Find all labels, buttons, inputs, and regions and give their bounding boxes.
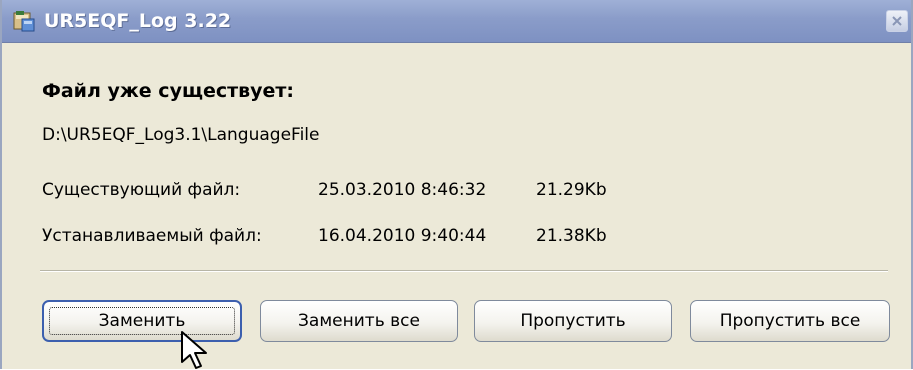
file-path: D:\UR5EQF_Log3.1\LanguageFile xyxy=(42,125,320,145)
separator xyxy=(40,270,888,272)
skip-all-button[interactable]: Пропустить все xyxy=(690,300,890,342)
installing-file-size: 21.38Kb xyxy=(536,226,607,246)
existing-file-size: 21.29Kb xyxy=(536,180,607,200)
arrow-cursor-icon xyxy=(181,331,207,369)
skip-all-button-label: Пропустить все xyxy=(719,311,861,331)
existing-file-date: 25.03.2010 8:46:32 xyxy=(318,180,487,200)
replace-all-button[interactable]: Заменить все xyxy=(260,300,458,342)
installing-file-label: Устанавливаемый файл: xyxy=(42,226,262,246)
close-icon xyxy=(892,16,902,26)
window-title: UR5EQF_Log 3.22 xyxy=(44,10,232,32)
title-bar[interactable]: UR5EQF_Log 3.22 xyxy=(2,0,911,43)
existing-file-label: Существующий файл: xyxy=(42,180,241,200)
replace-all-button-label: Заменить все xyxy=(298,311,420,331)
installing-file-date: 16.04.2010 9:40:44 xyxy=(318,226,487,246)
skip-button-label: Пропустить xyxy=(520,311,626,331)
installer-icon xyxy=(13,11,35,32)
dialog-window: UR5EQF_Log 3.22 Файл уже существует: D:\… xyxy=(0,0,913,369)
skip-button[interactable]: Пропустить xyxy=(474,300,672,342)
close-button[interactable] xyxy=(886,10,908,32)
dialog-heading: Файл уже существует: xyxy=(42,80,295,102)
